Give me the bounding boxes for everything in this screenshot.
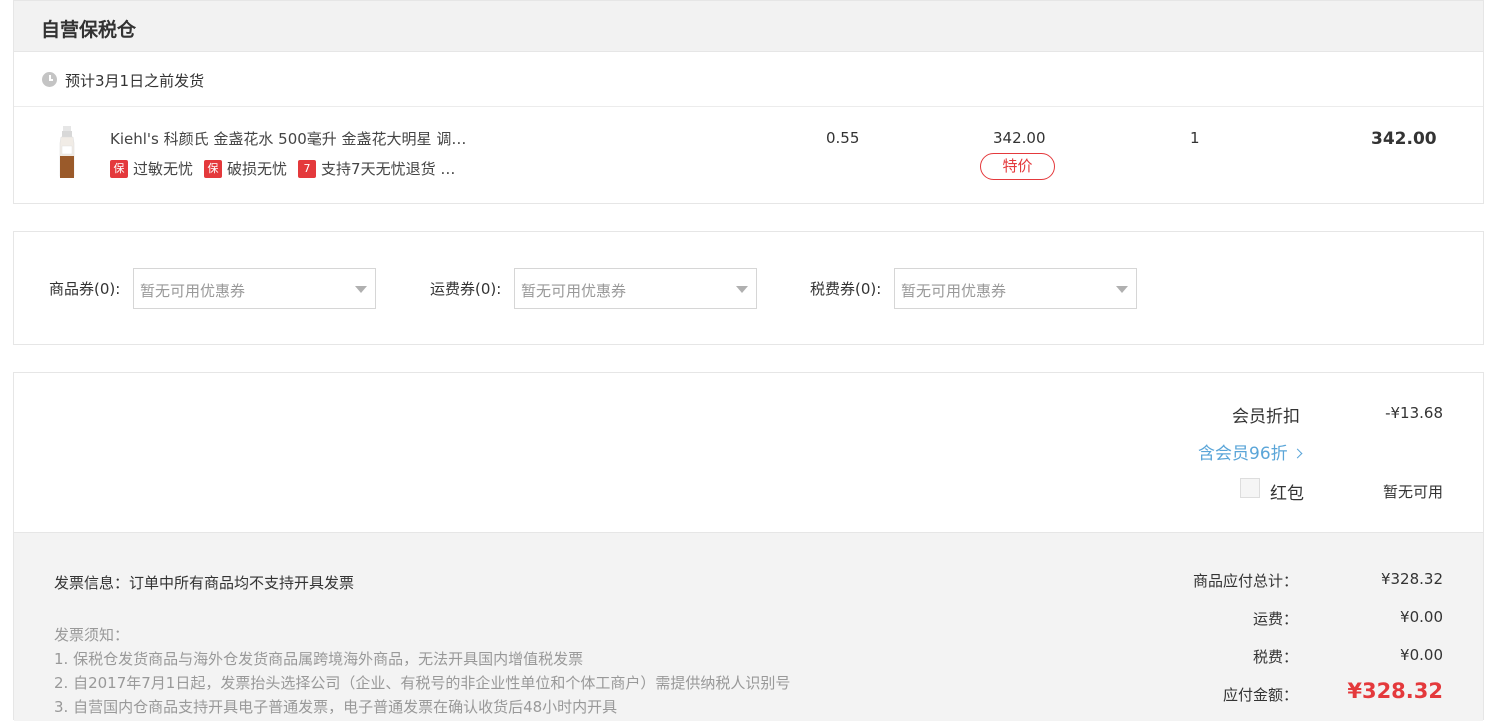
shipping-fee-label: 运费： [1252, 610, 1298, 628]
chevron-down-icon [355, 286, 367, 293]
goods-coupon-label: 商品券(0): [49, 280, 121, 298]
special-price-badge: 特价 [980, 153, 1055, 180]
warehouse-header: 自营保税仓 [14, 1, 1483, 52]
select-value: 暂无可用优惠券 [901, 282, 1007, 300]
amount-due-label: 应付金额： [1222, 686, 1298, 704]
product-thumbnail[interactable] [52, 126, 82, 178]
invoice-notice-line: 2. 自2017年7月1日起，发票抬头选择公司（企业、有税号的非企业性单位和个体… [54, 674, 791, 692]
item-subtotal: 342.00 [1371, 129, 1437, 149]
invoice-notice-line: 3. 自营国内仓商品支持开具电子普通发票，电子普通发票在确认收货后48小时内开具 [54, 698, 618, 716]
goods-coupon-select[interactable]: 暂无可用优惠券 [133, 268, 376, 309]
unit-price: 342.00 [993, 129, 1046, 147]
tax-fee-label: 税费： [1252, 648, 1298, 666]
seven-day-return-icon: 7 [298, 159, 317, 178]
clock-icon [42, 72, 57, 87]
order-summary-panel: 会员折扣 -¥13.68 含会员96折 红包 暂无可用 发票信息：订单中所有商品… [13, 372, 1484, 721]
invoice-notice-line: 1. 保税仓发货商品与海外仓发货商品属跨境海外商品，无法开具国内增值税发票 [54, 650, 584, 668]
warehouse-panel: 自营保税仓 预计3月1日之前发货 Kiehl's 科颜氏 金盏花水 500毫升 … [13, 0, 1484, 204]
tag-label: 破损无忧 [227, 160, 288, 178]
tax-rate: 0.55 [826, 129, 860, 147]
select-value: 暂无可用优惠券 [521, 282, 627, 300]
redpack-label: 红包 [1270, 484, 1304, 504]
invoice-notice-title: 发票须知： [54, 626, 130, 644]
goods-total-value: ¥328.32 [1380, 570, 1443, 588]
warehouse-title: 自营保税仓 [41, 19, 137, 41]
redpack-checkbox[interactable] [1240, 478, 1260, 498]
chevron-down-icon [736, 286, 748, 293]
guarantee-badge-icon: 保 [110, 159, 128, 178]
guarantee-badge-icon: 保 [204, 159, 223, 178]
invoice-info: 发票信息：订单中所有商品均不支持开具发票 [54, 574, 355, 592]
tax-coupon-label: 税费券(0): [810, 280, 882, 298]
service-tag[interactable]: 保 破损无忧 [204, 158, 287, 179]
quantity: 1 [1190, 129, 1200, 147]
chevron-right-icon [1292, 448, 1303, 459]
tag-label: 过敏无忧 [133, 160, 194, 178]
member-discount-link[interactable]: 含会员96折 [1198, 439, 1303, 464]
shipping-fee-value: ¥0.00 [1400, 608, 1443, 626]
redpack-value: 暂无可用 [1382, 483, 1443, 501]
amount-due-value: ¥328.32 [1347, 679, 1443, 703]
shipping-estimate-row: 预计3月1日之前发货 [14, 52, 1483, 107]
select-value: 暂无可用优惠券 [140, 282, 246, 300]
tag-label: 支持7天无忧退货 … [321, 160, 456, 178]
service-tag[interactable]: 保 过敏无忧 [110, 158, 193, 179]
service-tag[interactable]: 7 支持7天无忧退货 … [298, 158, 455, 179]
member-link-text: 含会员96折 [1198, 444, 1288, 464]
discount-section: 会员折扣 -¥13.68 含会员96折 红包 暂无可用 [14, 373, 1483, 533]
shipping-coupon-label: 运费券(0): [430, 280, 502, 298]
tax-coupon-select[interactable]: 暂无可用优惠券 [894, 268, 1137, 309]
coupon-panel: 商品券(0): 暂无可用优惠券 运费券(0): 暂无可用优惠券 税费券(0): … [13, 231, 1484, 345]
member-discount-label: 会员折扣 [1232, 407, 1300, 427]
goods-total-label: 商品应付总计： [1192, 572, 1298, 590]
member-discount-value: -¥13.68 [1385, 404, 1443, 422]
shipping-estimate: 预计3月1日之前发货 [65, 72, 205, 90]
tax-fee-value: ¥0.00 [1400, 646, 1443, 664]
chevron-down-icon [1116, 286, 1128, 293]
product-name-link[interactable]: Kiehl's 科颜氏 金盏花水 500毫升 金盏花大明星 调… [110, 128, 490, 149]
totals-section: 发票信息：订单中所有商品均不支持开具发票 发票须知： 1. 保税仓发货商品与海外… [14, 533, 1483, 721]
shipping-coupon-select[interactable]: 暂无可用优惠券 [514, 268, 757, 309]
service-tags: 保 过敏无忧 保 破损无忧 7 支持7天无忧退货 … [110, 158, 466, 179]
